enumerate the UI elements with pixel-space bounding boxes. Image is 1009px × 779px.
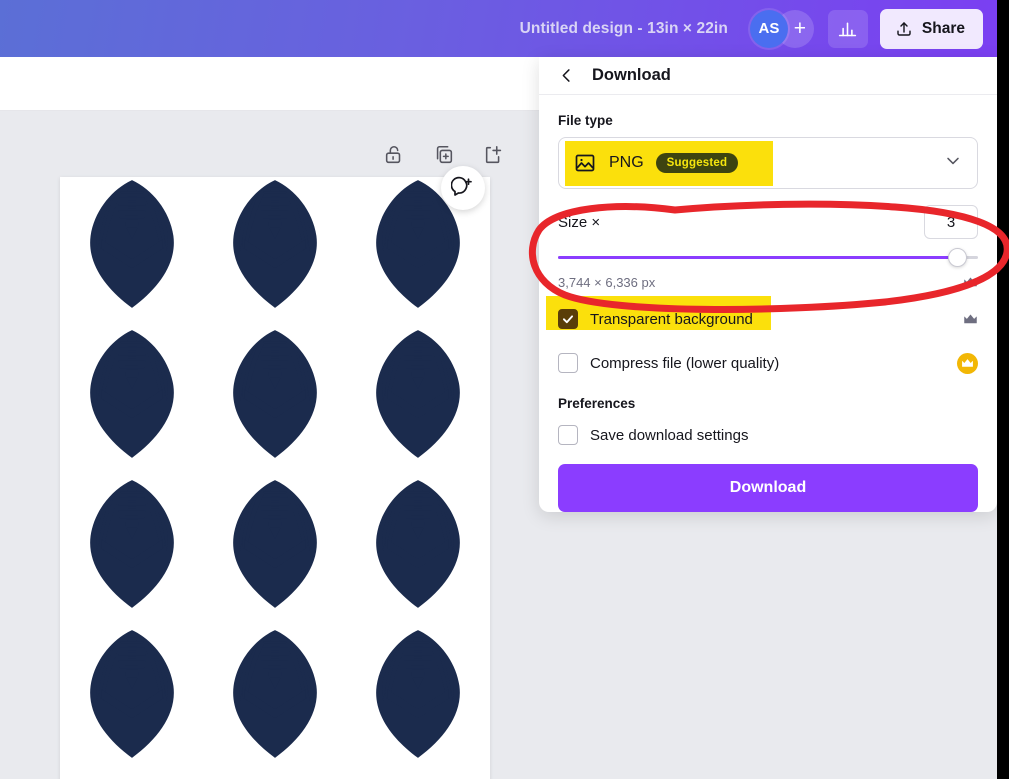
collaborator-group: AS + [749,9,814,48]
size-input[interactable]: 3 [924,205,978,239]
transparent-background-label: Transparent background [590,310,753,328]
share-upload-icon [897,21,911,36]
file-type-value: PNG [609,154,644,171]
artwork-item[interactable] [347,319,490,469]
add-page-icon[interactable] [483,144,505,166]
compress-file-label: Compress file (lower quality) [590,354,780,372]
football-outline-logo [221,774,329,779]
file-type-label: File type [558,113,613,128]
artwork-item[interactable] [60,469,203,619]
size-row: Size × 3 [558,205,978,239]
crown-icon [963,313,978,326]
football-outline-logo [364,774,472,779]
artwork-grid [60,177,490,779]
page-tools [383,144,505,166]
output-dimensions: 3,744 × 6,336 px [558,274,656,290]
share-label: Share [921,19,965,37]
slider-fill [558,256,957,259]
artwork-item[interactable] [60,769,203,779]
artwork-item[interactable] [203,619,346,769]
share-button[interactable]: Share [879,8,983,49]
app-header: Untitled design - 13in × 22in AS + Share [0,0,997,57]
preferences-label: Preferences [558,396,636,411]
suggested-badge: Suggested [655,153,739,173]
artwork-item[interactable] [203,769,346,779]
artwork-item[interactable] [60,177,203,319]
preference-save-settings[interactable]: Save download settings [558,422,978,448]
size-label: Size × [558,213,601,231]
bar-chart-icon[interactable] [827,9,868,48]
crown-icon [963,276,978,289]
size-slider[interactable] [558,245,978,269]
avatar[interactable]: AS [749,9,788,48]
football-outline-logo [376,630,461,758]
dimensions-row: 3,744 × 6,336 px [558,272,978,292]
football-outline-logo [89,180,174,308]
chevron-left-icon[interactable] [557,66,576,85]
file-type-select[interactable]: PNG Suggested [558,137,978,189]
artwork-item[interactable] [60,619,203,769]
football-outline-logo [233,630,317,758]
football-outline-logo [233,330,317,458]
screen-edge-strip [997,0,1009,779]
document-title[interactable]: Untitled design - 13in × 22in [520,20,728,38]
artwork-item[interactable] [347,619,490,769]
duplicate-page-icon[interactable] [433,144,455,166]
option-transparent-background[interactable]: Transparent background [546,296,978,336]
artwork-item[interactable] [203,319,346,469]
image-file-icon [573,151,597,175]
canva-editor-window: Untitled design - 13in × 22in AS + Share [0,0,1009,779]
compress-file-checkbox[interactable] [558,353,578,373]
football-outline-logo [89,630,174,758]
football-outline-logo [233,180,317,308]
artwork-item[interactable] [60,319,203,469]
save-download-settings-label: Save download settings [590,426,749,444]
download-button[interactable]: Download [558,464,978,512]
panel-header: Download [539,57,997,95]
crown-pro-icon [957,352,978,374]
football-outline-logo [233,480,317,608]
design-page[interactable] [60,177,490,779]
artwork-item[interactable] [203,469,346,619]
artwork-item[interactable] [347,469,490,619]
chevron-down-icon[interactable] [943,151,963,176]
football-outline-logo [78,774,186,779]
transparent-background-checkbox[interactable] [558,309,578,329]
football-outline-logo [376,480,461,608]
football-outline-logo [376,330,461,458]
football-outline-logo [89,330,174,458]
slider-thumb[interactable] [948,248,967,267]
football-outline-logo [89,480,174,608]
panel-body: File type PNG Suggested Size × 3 3,744 ×… [539,95,997,512]
artwork-item[interactable] [347,769,490,779]
add-comment-icon[interactable] [441,166,485,210]
option-compress-file[interactable]: Compress file (lower quality) [558,346,978,380]
download-panel: Download File type PNG Suggested Size × … [539,57,997,512]
unlock-icon[interactable] [383,144,405,166]
artwork-item[interactable] [203,177,346,319]
save-download-settings-checkbox[interactable] [558,425,578,445]
panel-title: Download [592,66,671,84]
